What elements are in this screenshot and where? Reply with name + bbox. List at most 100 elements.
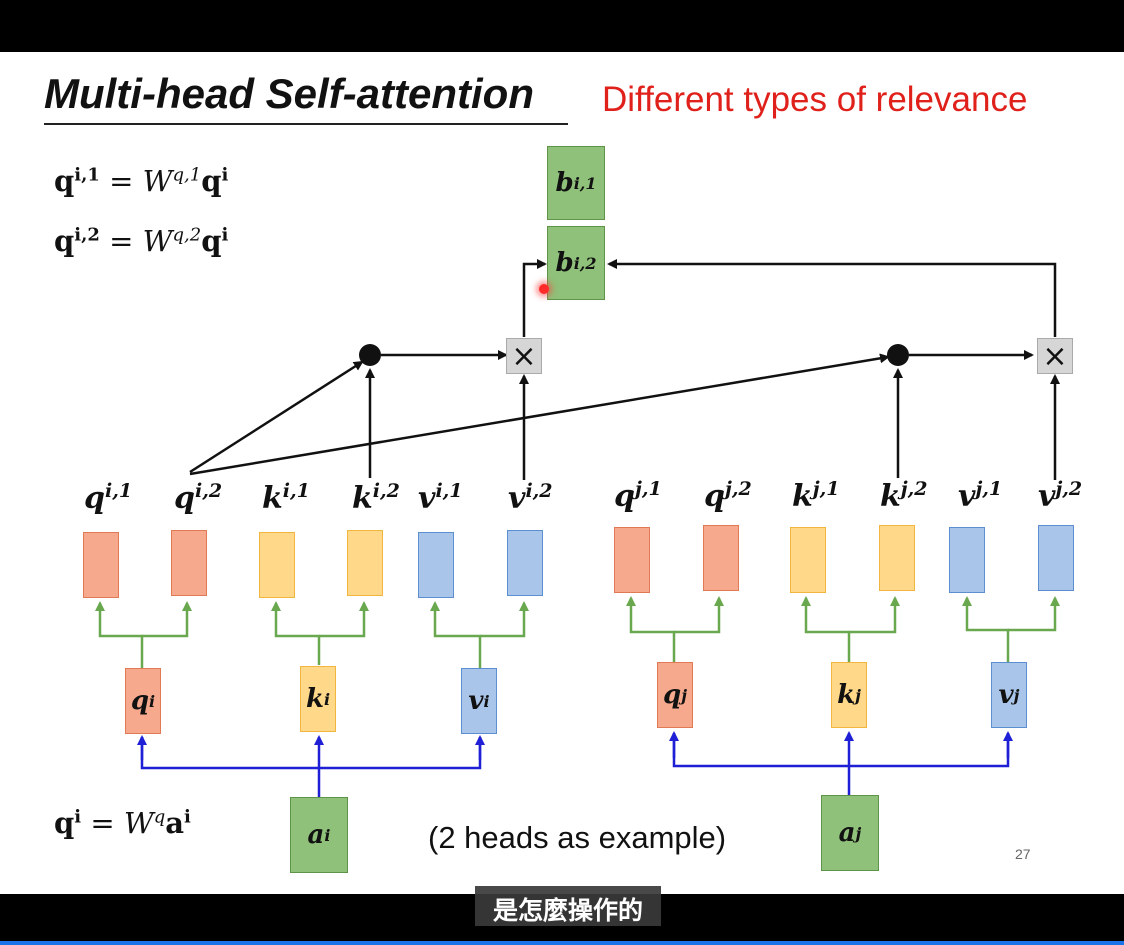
label-k-i2: ki,2 (352, 480, 400, 516)
output-b-i2: b i,2 (547, 226, 605, 300)
label-v-i1-base: v (418, 481, 436, 516)
split-vj-2 (1008, 596, 1060, 632)
label-q-i2: qi,2 (174, 480, 222, 516)
input-a-i-sup: i (324, 825, 331, 845)
label-q-i1-sup: i,1 (104, 480, 133, 502)
label-q-i1-base: q (84, 481, 105, 516)
label-q-i2-base: q (174, 481, 195, 516)
vector-k-j: kj (831, 662, 867, 728)
label-v-j1-sup: j,1 (975, 478, 1003, 500)
vector-q-j-sup: j (681, 685, 687, 705)
page-number: 27 (1015, 846, 1031, 862)
vector-q-j: qj (657, 662, 693, 728)
label-q-j1-sup: j,1 (634, 478, 662, 500)
vector-k-j2 (879, 525, 915, 591)
label-q-i2-sup: i,2 (194, 480, 223, 502)
split-qj-2 (674, 596, 724, 634)
heads-note: (2 heads as example) (428, 820, 727, 855)
label-k-i1-base: k (262, 481, 283, 516)
split-vi-2 (480, 601, 529, 638)
label-k-j1-base: k (792, 479, 813, 514)
label-q-j2: qj,2 (704, 478, 752, 514)
split-qi-2 (142, 601, 192, 638)
wire-qi2-to-dot-j (189, 353, 890, 476)
split-ki-1 (271, 601, 321, 665)
vector-k-i2 (347, 530, 383, 596)
output-b-i2-base: b (555, 248, 574, 278)
vector-k-i-base: k (305, 684, 324, 714)
label-v-j2-base: v (1038, 479, 1056, 514)
label-k-i1: ki,1 (262, 480, 310, 516)
vector-v-j1 (949, 527, 985, 593)
vector-v-i-sup: i (483, 691, 490, 711)
label-k-i1-sup: i,1 (282, 480, 310, 502)
label-q-j2-sup: j,2 (724, 478, 752, 500)
input-a-j: aj (821, 795, 879, 871)
vector-v-i1 (418, 532, 454, 598)
wire-mult-i-to-b (522, 259, 547, 337)
vector-k-j-base: k (837, 680, 856, 710)
vector-q-i2 (171, 530, 207, 596)
vector-v-i2 (507, 530, 543, 596)
label-v-j2-sup: j,2 (1055, 478, 1083, 500)
dot-product-node-i (359, 344, 381, 366)
wire-ai-spread (140, 737, 482, 770)
label-q-i1: qi,1 (84, 480, 132, 516)
input-a-i-base: a (307, 820, 325, 850)
split-qi-1 (95, 601, 144, 668)
label-k-i2-sup: i,2 (372, 480, 400, 502)
label-v-i2-base: v (508, 481, 526, 516)
vector-v-j: vj (991, 662, 1027, 728)
label-k-j2-base: k (880, 479, 901, 514)
vector-q-i1 (83, 532, 119, 598)
output-b-i1-base: b (555, 168, 574, 198)
vector-v-i-base: v (468, 686, 484, 716)
label-q-j1-base: q (614, 479, 635, 514)
vector-k-i1 (259, 532, 295, 598)
diagram-wires (95, 259, 1060, 797)
vector-q-i-base: q (130, 686, 150, 716)
split-kj-2 (849, 596, 900, 634)
vector-q-j1 (614, 527, 650, 593)
vector-q-i-sup: i (149, 691, 156, 711)
label-k-j1: kj,1 (792, 478, 840, 514)
split-ki-2 (319, 601, 369, 638)
label-k-j2-sup: j,2 (900, 478, 928, 500)
vector-q-j-base: q (663, 680, 682, 710)
output-b-i1: b i,1 (547, 146, 605, 220)
label-v-i2: vi,2 (508, 480, 553, 516)
label-v-i2-sup: i,2 (525, 480, 553, 502)
split-kj-1 (801, 596, 851, 662)
wire-aj-spread (672, 733, 1010, 768)
label-q-j2-base: q (704, 479, 725, 514)
split-vi-1 (430, 601, 482, 668)
wire-mult-j-to-b (607, 259, 1057, 337)
input-wires (137, 731, 1013, 797)
vector-v-j-sup: j (1013, 685, 1020, 705)
multiply-node-j: × (1037, 338, 1073, 374)
label-k-j2: kj,2 (880, 478, 928, 514)
label-v-j1-base: v (958, 479, 976, 514)
vector-k-j1 (790, 527, 826, 593)
input-a-j-base: a (838, 818, 856, 848)
output-b-i1-sup: i,1 (573, 173, 597, 193)
label-v-i1-sup: i,1 (435, 480, 463, 502)
wire-qi2-to-dot-i (189, 360, 364, 474)
dot-product-node-j (887, 344, 909, 366)
output-b-i2-sup: i,2 (573, 253, 597, 273)
vector-q-j2 (703, 525, 739, 591)
split-qj-1 (626, 596, 676, 662)
input-a-j-sup: j (855, 823, 862, 843)
vector-k-j-sup: j (855, 685, 861, 705)
label-v-i1: vi,1 (418, 480, 463, 516)
split-vj-1 (962, 596, 1010, 662)
label-v-j2: vj,2 (1038, 478, 1082, 514)
vector-v-j-base: v (998, 680, 1014, 710)
subtitle-caption: 是怎麼操作的 (492, 896, 643, 925)
input-a-i: ai (290, 797, 348, 873)
label-k-j1-sup: j,1 (812, 478, 840, 500)
label-q-j1: qj,1 (614, 478, 662, 514)
vector-k-i-sup: i (323, 689, 331, 709)
vector-v-i: vi (461, 668, 497, 734)
video-progress-bar[interactable] (0, 941, 1124, 945)
